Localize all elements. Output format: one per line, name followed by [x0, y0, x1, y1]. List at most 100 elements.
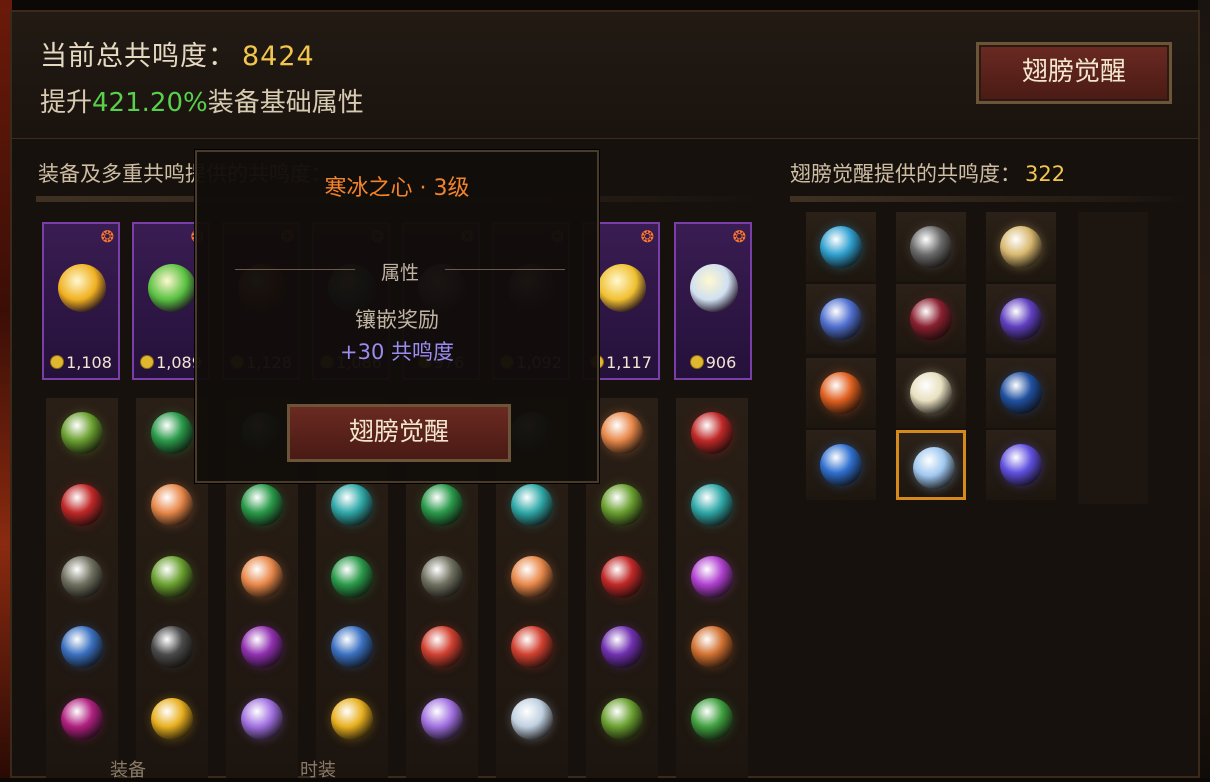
- tooltip-section-label: 属性: [380, 262, 419, 284]
- equipment-art-icon: [598, 264, 646, 312]
- wing-slot[interactable]: [806, 212, 876, 282]
- wing-slot[interactable]: [806, 430, 876, 500]
- gem-icon[interactable]: [511, 556, 553, 598]
- gem-icon[interactable]: [691, 484, 733, 526]
- gem-icon[interactable]: [421, 698, 463, 740]
- coin-icon: [689, 355, 704, 369]
- tooltip-bonus-value: +30 共鸣度: [340, 340, 454, 364]
- tooltip-section-header: 属性: [235, 258, 565, 284]
- wing-title-divider: [790, 196, 1185, 202]
- boost-prefix: 提升: [40, 88, 93, 118]
- gem-icon[interactable]: [151, 626, 193, 668]
- gem-icon[interactable]: [691, 698, 733, 740]
- wing-gem-icon: [820, 226, 862, 268]
- wing-gem-icon: [910, 372, 952, 414]
- wing-gem-icon: [820, 372, 862, 414]
- rune-icon: ❂: [100, 227, 114, 246]
- gem-icon[interactable]: [61, 698, 103, 740]
- gem-icon[interactable]: [511, 698, 553, 740]
- gem-icon[interactable]: [691, 556, 733, 598]
- gem-icon[interactable]: [241, 556, 283, 598]
- gem-icon[interactable]: [601, 484, 643, 526]
- wing-gem-icon: [1000, 444, 1042, 486]
- equipment-art-icon: [690, 264, 738, 312]
- rune-icon: ❂: [640, 227, 654, 246]
- gem-icon[interactable]: [601, 698, 643, 740]
- section-line-right: [445, 269, 565, 270]
- section-line-left: [235, 269, 355, 270]
- wing-resonance-label: 翅膀觉醒提供的共鸣度：: [790, 162, 1021, 186]
- rune-icon: ❂: [732, 227, 746, 246]
- gem-icon[interactable]: [241, 698, 283, 740]
- gem-icon[interactable]: [151, 412, 193, 454]
- gem-tooltip: 寒冰之心 · 3级 属性 镶嵌奖励 +30 共鸣度 翅膀觉醒: [195, 150, 599, 483]
- gem-icon[interactable]: [331, 484, 373, 526]
- gem-icon[interactable]: [241, 626, 283, 668]
- gem-icon[interactable]: [511, 484, 553, 526]
- wing-slot-selected[interactable]: [896, 430, 966, 500]
- wing-slot[interactable]: [986, 358, 1056, 428]
- gem-icon[interactable]: [61, 626, 103, 668]
- gem-icon[interactable]: [421, 556, 463, 598]
- gem-icon[interactable]: [331, 626, 373, 668]
- wing-gem-icon: [820, 444, 862, 486]
- wing-gem-icon: [1000, 298, 1042, 340]
- total-resonance-value: 8424: [242, 41, 315, 72]
- tooltip-bonus-label: 镶嵌奖励: [355, 308, 439, 332]
- boost-suffix: 装备基础属性: [207, 88, 364, 118]
- wing-resonance-title: 翅膀觉醒提供的共鸣度： 322: [790, 158, 1065, 188]
- gem-icon[interactable]: [151, 484, 193, 526]
- gem-icon[interactable]: [511, 626, 553, 668]
- coin-icon: [140, 355, 155, 369]
- wing-gem-icon: [1000, 372, 1042, 414]
- wing-slot-column-empty: [1078, 212, 1148, 504]
- gem-icon[interactable]: [691, 626, 733, 668]
- gem-icon[interactable]: [331, 698, 373, 740]
- wing-gem-icon: [910, 226, 952, 268]
- wing-slot[interactable]: [896, 358, 966, 428]
- gem-icon[interactable]: [151, 698, 193, 740]
- total-resonance: 当前总共鸣度： 8424: [40, 34, 315, 73]
- wing-gem-icon: [910, 298, 952, 340]
- wing-slot[interactable]: [986, 212, 1056, 282]
- wing-awaken-button[interactable]: 翅膀觉醒: [976, 42, 1172, 104]
- wing-gem-icon: [1000, 226, 1042, 268]
- gem-icon[interactable]: [241, 484, 283, 526]
- wing-slot[interactable]: [896, 212, 966, 282]
- tooltip-awaken-button[interactable]: 翅膀觉醒: [287, 404, 511, 462]
- equipment-art-icon: [58, 264, 106, 312]
- wing-slot[interactable]: [986, 284, 1056, 354]
- equipment-card[interactable]: ❂ 1,108: [42, 222, 120, 380]
- gem-icon[interactable]: [151, 556, 193, 598]
- price-value: 1,108: [66, 353, 112, 372]
- gem-icon[interactable]: [601, 556, 643, 598]
- gem-icon[interactable]: [61, 412, 103, 454]
- price-value: 1,117: [606, 353, 652, 372]
- total-resonance-label: 当前总共鸣度：: [40, 41, 236, 72]
- gem-icon[interactable]: [331, 556, 373, 598]
- gem-icon[interactable]: [691, 412, 733, 454]
- wing-resonance-value: 322: [1025, 162, 1066, 186]
- gem-icon[interactable]: [421, 484, 463, 526]
- tab-fashion[interactable]: 时装: [300, 756, 336, 782]
- gem-icon[interactable]: [601, 412, 643, 454]
- wing-slot[interactable]: [896, 284, 966, 354]
- gem-icon[interactable]: [421, 626, 463, 668]
- gem-icon[interactable]: [601, 626, 643, 668]
- equipment-price: 906: [676, 353, 750, 372]
- gem-icon[interactable]: [61, 556, 103, 598]
- wing-slot[interactable]: [986, 430, 1056, 500]
- equipment-card[interactable]: ❂ 906: [674, 222, 752, 380]
- wing-slot[interactable]: [806, 284, 876, 354]
- price-value: 906: [705, 353, 737, 372]
- tab-equipment[interactable]: 装备: [110, 756, 146, 782]
- wing-slot[interactable]: [806, 358, 876, 428]
- tooltip-title: 寒冰之心 · 3级: [324, 176, 470, 201]
- boost-percent: 421.20%: [92, 88, 208, 118]
- equipment-price: 1,108: [44, 353, 118, 372]
- wing-gem-icon: [820, 298, 862, 340]
- boost-line: 提升421.20%装备基础属性: [40, 82, 364, 119]
- gem-icon[interactable]: [61, 484, 103, 526]
- coin-icon: [50, 355, 65, 369]
- wing-gem-icon: [913, 447, 955, 489]
